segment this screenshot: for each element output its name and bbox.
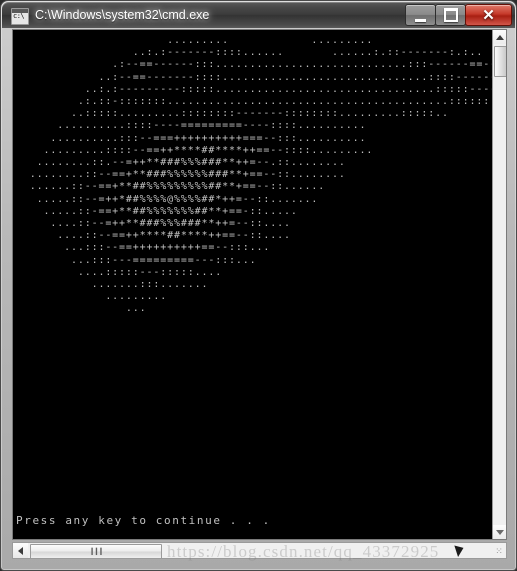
vertical-scrollbar[interactable] <box>492 30 506 539</box>
console-output-area[interactable]: ......... ......... ..:.:-------::::....… <box>12 29 507 540</box>
horizontal-scroll-thumb[interactable]: ❙❙❙ <box>30 544 162 559</box>
triangle-left-icon <box>18 546 23 555</box>
maximize-button[interactable] <box>435 4 466 26</box>
console-text-region: ......... ......... ..:.:-------::::....… <box>13 30 494 539</box>
cmd-icon-label: c:\ <box>13 12 25 20</box>
cmd-window: c:\ C:\Windows\system32\cmd.exe ✕ ......… <box>0 0 517 571</box>
press-any-key-prompt: Press any key to continue . . . <box>16 514 271 527</box>
triangle-up-icon <box>495 34 504 40</box>
vertical-scroll-thumb[interactable] <box>494 46 506 77</box>
close-button[interactable]: ✕ <box>465 4 512 26</box>
close-icon: ✕ <box>466 5 511 25</box>
horizontal-scrollbar[interactable]: ❙❙❙ ⁙ <box>12 542 507 559</box>
cmd-icon: c:\ <box>11 8 29 25</box>
window-title: C:\Windows\system32\cmd.exe <box>35 8 210 22</box>
resize-grip[interactable]: ⁙ <box>493 545 505 557</box>
ascii-art-heart: ......... ......... ..:.:-------::::....… <box>29 35 494 315</box>
scroll-left-arrow[interactable] <box>13 543 28 558</box>
minimize-button[interactable] <box>405 4 436 26</box>
scroll-down-arrow[interactable] <box>493 525 506 539</box>
minimize-icon <box>406 5 435 25</box>
close-glyph: ✕ <box>482 7 495 24</box>
scroll-up-arrow[interactable] <box>493 30 506 44</box>
scroll-thumb-grip: ❙❙❙ <box>89 546 103 557</box>
triangle-down-icon <box>495 529 504 535</box>
maximize-icon <box>436 5 465 25</box>
title-bar[interactable]: c:\ C:\Windows\system32\cmd.exe ✕ <box>2 2 515 28</box>
